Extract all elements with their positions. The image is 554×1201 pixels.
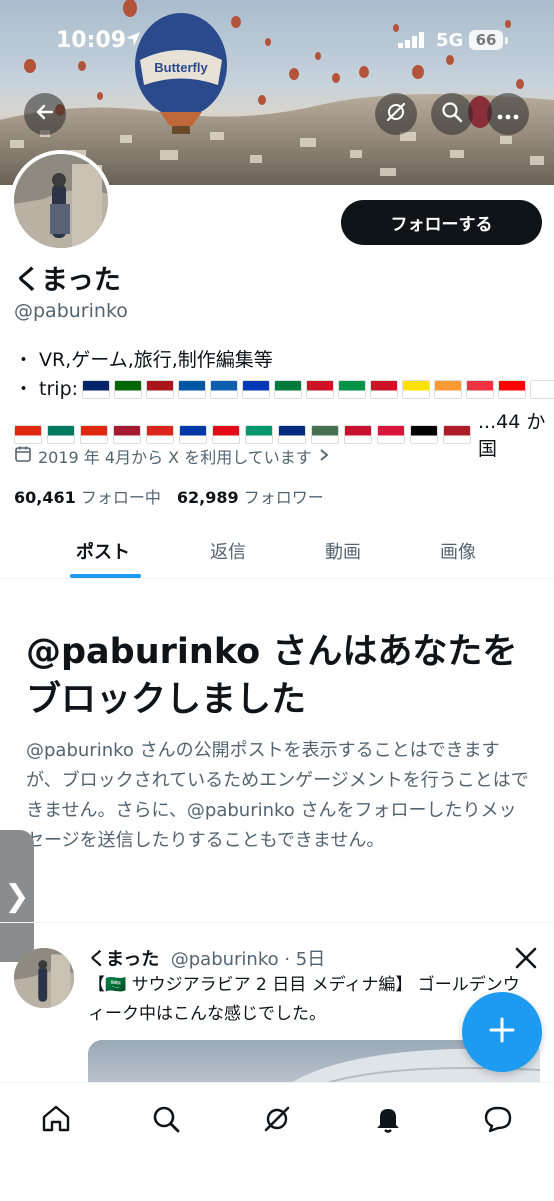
flag-1 (14, 424, 42, 444)
profile-name: くまった (14, 265, 121, 296)
flag-14 (498, 380, 527, 399)
svg-text:Butterfly: Butterfly (154, 60, 208, 75)
flag-6 (242, 380, 271, 399)
back-button[interactable] (24, 93, 66, 135)
search-button[interactable] (431, 93, 473, 135)
flag-9 (338, 380, 367, 399)
tab-videos[interactable]: 動画 (325, 538, 361, 564)
flag-13 (410, 424, 438, 444)
flag-8 (306, 380, 335, 399)
profile-bio: ・ VR,ゲーム,旅行,制作編集等 ・ trip: (14, 346, 554, 404)
blocked-title: @paburinko さんはあなたをブロックしました (26, 632, 518, 720)
flag-11 (344, 424, 372, 444)
flag-12 (434, 380, 463, 399)
flag-15 (530, 380, 554, 399)
follow-stats: 60,461 フォロー中 62,989 フォロワー (14, 484, 324, 508)
bio-trip-prefix: ・ trip: (14, 378, 79, 400)
followers-count: 62,989 (176, 488, 239, 507)
tab-replies[interactable]: 返信 (210, 538, 246, 564)
more-icon (497, 105, 519, 124)
active-tab-indicator (70, 574, 141, 578)
tweet-avatar[interactable] (14, 948, 74, 1008)
nav-home[interactable] (36, 1101, 76, 1141)
following-count: 60,461 (14, 488, 76, 507)
search-icon (441, 101, 463, 127)
side-panel-handle[interactable]: ❯ (0, 830, 34, 962)
back-arrow-icon (34, 101, 56, 127)
avatar-image (14, 154, 108, 248)
bio-line-1: ・ VR,ゲーム,旅行,制作編集等 (14, 349, 273, 371)
messages-icon (482, 1103, 514, 1139)
battery-indicator: 66 (469, 30, 508, 50)
chevron-right-icon: ❯ (4, 878, 30, 914)
joined-text: 2019 年 4月から X を利用しています (38, 448, 312, 467)
search-icon (150, 1103, 182, 1139)
nav-messages[interactable] (478, 1101, 518, 1141)
follow-button[interactable]: フォローする (341, 200, 542, 245)
x-logo-icon (514, 946, 538, 974)
flag-10 (311, 424, 339, 444)
tweet-handle-time: @paburinko · 5日 (170, 949, 326, 970)
following-label: フォロー中 (80, 488, 161, 507)
flag-1 (82, 380, 111, 399)
notifications-icon (372, 1103, 404, 1139)
status-time: 10:09 (56, 28, 127, 53)
profile-avatar[interactable] (10, 150, 112, 252)
flag-6 (179, 424, 207, 444)
profile-tabs: ポスト 返信 動画 画像 (0, 530, 554, 579)
tweet-text: 【🇸🇦 サウジアラビア 2 日目 メディナ編】 ゴールデンウィーク中はこんな感じ… (88, 975, 520, 1024)
flag-14 (443, 424, 471, 444)
tweet-header: くまった @paburinko · 5日 (88, 945, 325, 971)
status-bar: 10:09 5G 66 (0, 28, 554, 58)
flag-9 (278, 424, 306, 444)
bio-line-2: ・ trip: (14, 375, 554, 404)
joined-date[interactable]: 2019 年 4月から X を利用しています (14, 444, 330, 468)
nav-search[interactable] (146, 1101, 186, 1141)
blocked-description: @paburinko さんの公開ポストを表示することはできますが、ブロックされて… (26, 740, 529, 851)
flag-13 (466, 380, 495, 399)
flag-3 (146, 380, 175, 399)
bottom-nav (0, 1082, 554, 1201)
flag-5 (210, 380, 239, 399)
flag-12 (377, 424, 405, 444)
countries-count: ...44 か国 (478, 411, 546, 460)
flag-2 (114, 380, 143, 399)
calendar-icon (14, 445, 32, 467)
profile-handle: @paburinko (14, 300, 128, 322)
flag-8 (245, 424, 273, 444)
plus-icon (487, 1015, 517, 1049)
flag-4 (178, 380, 207, 399)
followers-label: フォロワー (243, 488, 324, 507)
grok-icon (384, 100, 408, 128)
flag-7 (212, 424, 240, 444)
grok-button[interactable] (375, 93, 417, 135)
following-link[interactable]: 60,461 フォロー中 (14, 484, 161, 508)
flag-7 (274, 380, 303, 399)
home-icon (40, 1103, 72, 1139)
divider (0, 922, 554, 923)
nav-notifications[interactable] (368, 1101, 408, 1141)
flag-10 (370, 380, 399, 399)
flag-4 (113, 424, 141, 444)
flag-2 (47, 424, 75, 444)
flag-11 (402, 380, 431, 399)
flag-3 (80, 424, 108, 444)
flag-list (82, 380, 554, 399)
tab-images[interactable]: 画像 (440, 538, 476, 564)
nav-grok[interactable] (257, 1101, 297, 1141)
network-type: 5G (436, 30, 464, 51)
flag-list-2-items (14, 424, 471, 444)
compose-button[interactable] (462, 992, 542, 1072)
tweet-author-name[interactable]: くまった (88, 949, 159, 970)
chevron-right-icon (318, 447, 330, 466)
followers-link[interactable]: 62,989 フォロワー (177, 484, 324, 508)
tab-posts[interactable]: ポスト (76, 538, 130, 564)
grok-icon (261, 1103, 293, 1139)
tweet-avatar-image (14, 948, 74, 1008)
more-button[interactable] (487, 93, 529, 135)
flag-5 (146, 424, 174, 444)
